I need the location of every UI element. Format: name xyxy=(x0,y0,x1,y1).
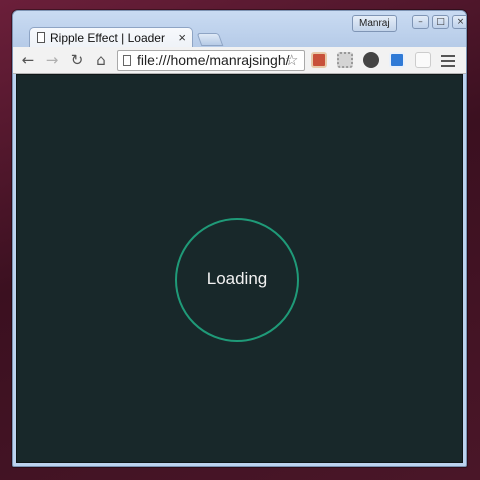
close-window-button[interactable]: × xyxy=(452,15,466,29)
bookmark-star-icon[interactable]: ☆ xyxy=(285,51,298,69)
tab-close-icon[interactable]: × xyxy=(178,30,186,45)
ripple-loader: Loading xyxy=(175,218,299,342)
new-tab-button[interactable] xyxy=(196,33,224,46)
pocket-icon[interactable] xyxy=(311,52,327,68)
shortcut-icon[interactable] xyxy=(415,52,431,68)
page-icon xyxy=(123,55,131,66)
page-content: Loading xyxy=(16,74,463,463)
title-bar: Ripple Effect | Loader × Manraj – □ × xyxy=(13,11,466,49)
tag-icon[interactable] xyxy=(389,52,405,68)
gear-extension-icon[interactable] xyxy=(337,52,353,68)
document-icon xyxy=(37,32,45,43)
browser-window: Ripple Effect | Loader × Manraj – □ × ← … xyxy=(12,10,467,467)
menu-icon[interactable] xyxy=(441,52,455,70)
back-button[interactable]: ← xyxy=(19,51,37,69)
maximize-button[interactable]: □ xyxy=(432,15,449,29)
tab-ripple-effect[interactable]: Ripple Effect | Loader × xyxy=(29,27,193,49)
mail-icon[interactable] xyxy=(363,52,379,68)
minimize-button[interactable]: – xyxy=(412,15,429,29)
forward-button[interactable]: → xyxy=(43,51,61,69)
profile-button[interactable]: Manraj xyxy=(352,15,397,32)
reload-button[interactable]: ↻ xyxy=(68,51,86,69)
tab-title: Ripple Effect | Loader xyxy=(50,31,165,45)
loader-text: Loading xyxy=(206,269,268,288)
url-text[interactable]: file:///home/manrajsingh/ xyxy=(137,52,290,68)
address-bar[interactable]: file:///home/manrajsingh/ xyxy=(117,50,305,71)
browser-toolbar: ← → ↻ ⌂ file:///home/manrajsingh/ ☆ xyxy=(13,47,466,74)
home-button[interactable]: ⌂ xyxy=(92,51,110,69)
